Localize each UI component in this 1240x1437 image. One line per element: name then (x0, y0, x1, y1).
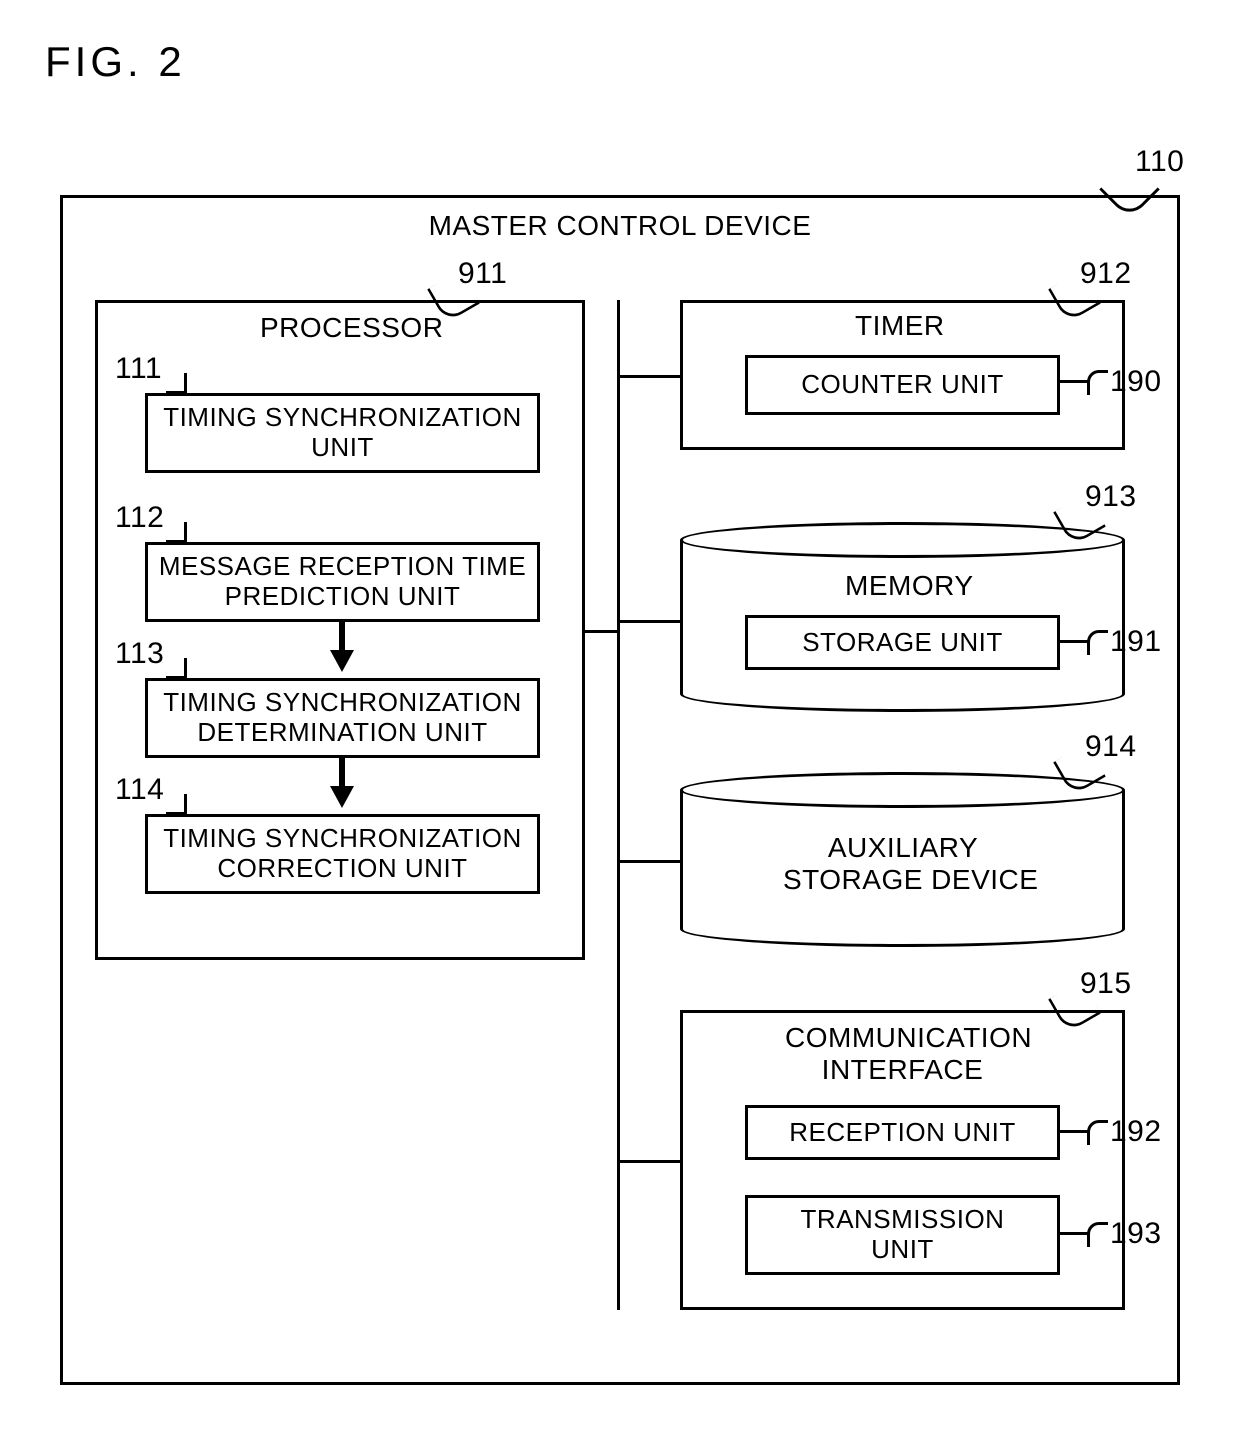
bus-vertical (617, 300, 620, 1310)
storage-unit: STORAGE UNIT (745, 615, 1060, 670)
ref-191: 191 (1110, 625, 1162, 659)
ref-110: 110 (1135, 145, 1184, 179)
reception-unit: RECEPTION UNIT (745, 1105, 1060, 1160)
ref-193: 193 (1110, 1217, 1162, 1251)
bus-aux (618, 860, 680, 863)
arrow-icon (330, 786, 354, 808)
timing-correction-unit: TIMING SYNCHRONIZATION CORRECTION UNIT (145, 814, 540, 894)
msg-reception-unit: MESSAGE RECEPTION TIME PREDICTION UNIT (145, 542, 540, 622)
ref-190: 190 (1110, 365, 1162, 399)
ref-912: 912 (1080, 257, 1132, 291)
figure-title: FIG. 2 (45, 38, 186, 86)
ref-914: 914 (1085, 730, 1137, 764)
bus-timer (618, 375, 680, 378)
ref-192: 192 (1110, 1115, 1162, 1149)
ref-913: 913 (1085, 480, 1137, 514)
arrow-icon (330, 650, 354, 672)
ref-915: 915 (1080, 967, 1132, 1001)
ref-114: 114 (115, 773, 164, 807)
comm-title: COMMUNICATION INTERFACE (785, 1022, 1020, 1086)
transmission-unit: TRANSMISSION UNIT (745, 1195, 1060, 1275)
aux-title: AUXILIARY STORAGE DEVICE (783, 832, 1023, 896)
bus-processor (585, 630, 618, 633)
counter-unit: COUNTER UNIT (745, 355, 1060, 415)
timing-sync-unit: TIMING SYNCHRONIZATION UNIT (145, 393, 540, 473)
ref-113: 113 (115, 637, 164, 671)
timer-title: TIMER (855, 310, 945, 342)
ref-911: 911 (458, 257, 507, 291)
bus-memory (618, 620, 680, 623)
timing-determination-unit: TIMING SYNCHRONIZATION DETERMINATION UNI… (145, 678, 540, 758)
memory-title: MEMORY (845, 570, 974, 602)
ref-111: 111 (115, 352, 162, 386)
bus-comm (618, 1160, 680, 1163)
ref-112: 112 (115, 501, 164, 535)
processor-title: PROCESSOR (260, 312, 443, 344)
device-title: MASTER CONTROL DEVICE (390, 210, 850, 242)
